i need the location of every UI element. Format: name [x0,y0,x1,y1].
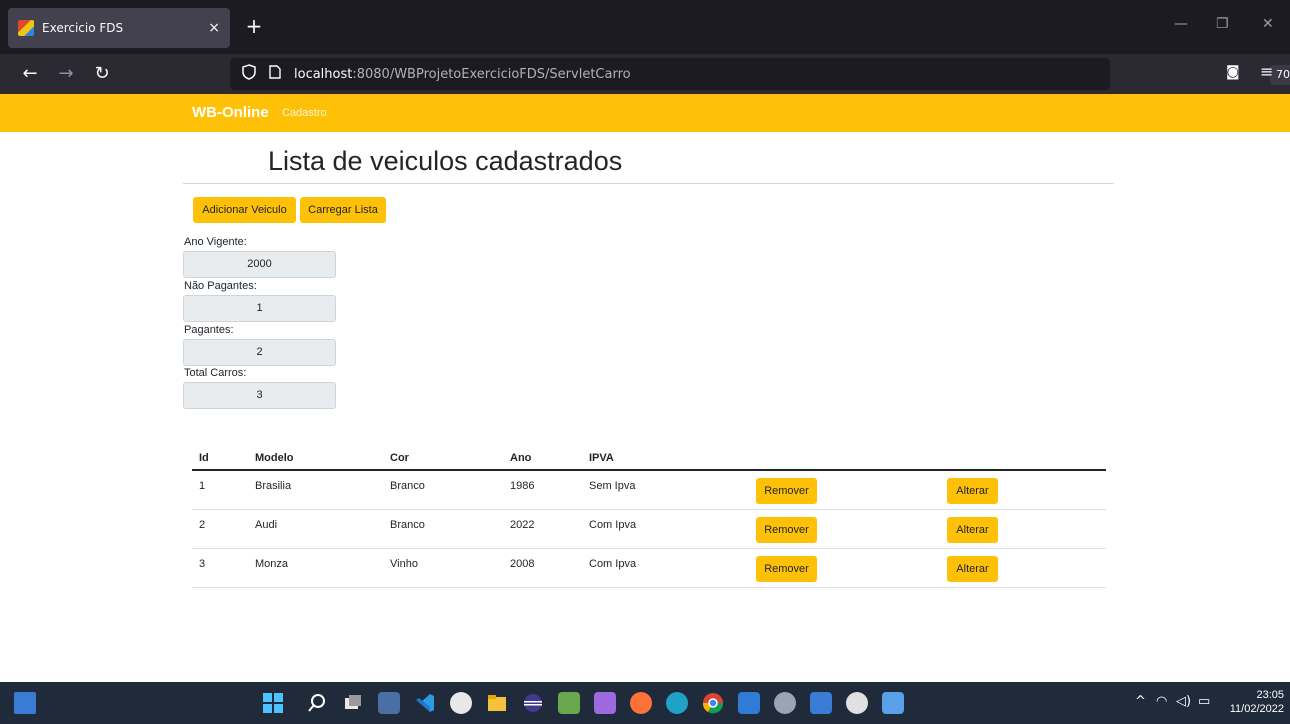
site-navbar: WB-Online Cadastro [0,94,1290,132]
header-ano: Ano [510,452,532,464]
wifi-icon[interactable]: ◠ [1156,694,1167,709]
table-header: Id Modelo Cor Ano IPVA [192,444,1106,471]
nao-pagantes-label: Não Pagantes: [184,280,257,292]
divider [183,183,1114,184]
pagantes-label: Pagantes: [184,324,234,336]
task-view-icon[interactable] [342,692,364,714]
address-bar[interactable]: localhost:8080/WBProjetoExercicioFDS/Ser… [230,58,1290,90]
cell-cor: Vinho [390,558,418,570]
tab-title: Exercicio FDS [42,21,124,35]
add-vehicle-button[interactable]: Adicionar Veiculo [193,197,296,223]
widgets-board-icon[interactable] [14,692,36,714]
clock-time: 23:05 [1256,689,1284,701]
mail-icon[interactable] [738,692,760,714]
edge-icon[interactable] [666,692,688,714]
remove-button[interactable]: Remover [756,517,817,543]
header-modelo: Modelo [255,452,294,464]
app-icon[interactable] [450,692,472,714]
menu-icon[interactable]: ≡ [1260,62,1273,81]
browser-toolbar: ← → ↻ localhost:8080/WBProjetoExercicioF… [0,54,1290,94]
nao-pagantes-field[interactable]: 1 [183,295,336,322]
cell-modelo: Audi [255,519,278,531]
alter-button[interactable]: Alterar [947,478,998,504]
eclipse-icon[interactable] [522,692,544,714]
cell-modelo: Monza [255,558,289,570]
cell-cor: Branco [390,519,425,531]
load-list-button[interactable]: Carregar Lista [300,197,386,223]
os-taskbar: ^ ◠ ◁) ▭ 23:05 11/02/2022 [0,682,1290,724]
page-icon [266,65,284,83]
nav-link-cadastro[interactable]: Cadastro [282,107,327,119]
close-window-icon[interactable]: ✕ [1262,16,1274,32]
header-ipva: IPVA [589,452,614,464]
widgets-icon[interactable] [378,692,400,714]
vscode-icon[interactable] [414,692,436,714]
total-carros-label: Total Carros: [184,367,247,379]
tab-close-icon[interactable]: × [208,20,220,36]
remove-button[interactable]: Remover [756,556,817,582]
header-id: Id [199,452,209,464]
back-icon[interactable]: ← [18,62,42,86]
app-icon[interactable] [558,692,580,714]
file-explorer-icon[interactable] [486,692,508,714]
chrome-icon[interactable] [702,692,724,714]
cell-ano: 1986 [510,480,535,492]
app-icon[interactable] [810,692,832,714]
ano-vigente-field[interactable]: 2000 [183,251,336,278]
search-icon[interactable] [306,692,328,714]
table-row: 2 Audi Branco 2022 Com Ipva Remover Alte… [192,510,1106,549]
browser-tab[interactable]: Exercicio FDS × [8,8,230,48]
header-cor: Cor [390,452,409,464]
battery-icon[interactable]: ▭ [1198,694,1210,709]
cell-ipva: Com Ipva [589,558,637,570]
cell-ipva: Sem Ipva [589,480,636,492]
clock-date: 11/02/2022 [1229,703,1284,715]
total-carros-field[interactable]: 3 [183,382,336,409]
forward-icon[interactable]: → [54,62,78,86]
pocket-icon[interactable]: ◙ [1226,64,1240,80]
tray-chevron-icon[interactable]: ^ [1135,694,1146,709]
table-row: 1 Brasilia Branco 1986 Sem Ipva Remover … [192,471,1106,510]
snipping-tool-icon[interactable] [594,692,616,714]
cell-modelo: Brasilia [255,480,292,492]
cell-ano: 2008 [510,558,535,570]
cell-ipva: Com Ipva [589,519,637,531]
cell-cor: Branco [390,480,425,492]
pagantes-field[interactable]: 2 [183,339,336,366]
page-title: Lista de veiculos cadastrados [268,146,623,176]
alter-button[interactable]: Alterar [947,517,998,543]
settings-icon[interactable] [774,692,796,714]
app-icon[interactable] [846,692,868,714]
start-icon[interactable] [262,692,284,714]
remove-button[interactable]: Remover [756,478,817,504]
maximize-icon[interactable]: ❐ [1216,16,1229,32]
minimize-icon[interactable]: — [1174,16,1188,32]
volume-icon[interactable]: ◁) [1176,694,1191,709]
table-row: 3 Monza Vinho 2008 Com Ipva Remover Alte… [192,549,1106,588]
cell-ano: 2022 [510,519,535,531]
new-tab-button[interactable]: + [240,14,268,38]
url-path: :8080/WBProjetoExercicioFDS/ServletCarro [352,66,631,82]
vehicles-table: Id Modelo Cor Ano IPVA 1 Brasilia Branco… [192,444,1106,588]
browser-tab-strip: Exercicio FDS × + — ❐ ✕ [0,0,1290,54]
alter-button[interactable]: Alterar [947,556,998,582]
cell-id: 1 [199,480,206,492]
brand-link[interactable]: WB-Online [192,104,269,121]
reload-icon[interactable]: ↻ [90,62,114,86]
favicon-icon [18,20,34,36]
app-icon[interactable] [882,692,904,714]
cell-id: 2 [199,519,206,531]
ano-vigente-label: Ano Vigente: [184,236,247,248]
url-host: localhost [294,66,353,82]
system-clock[interactable]: 23:05 11/02/2022 [1214,688,1284,716]
firefox-icon[interactable] [630,692,652,714]
cell-id: 3 [199,558,206,570]
shield-icon[interactable] [240,64,258,84]
